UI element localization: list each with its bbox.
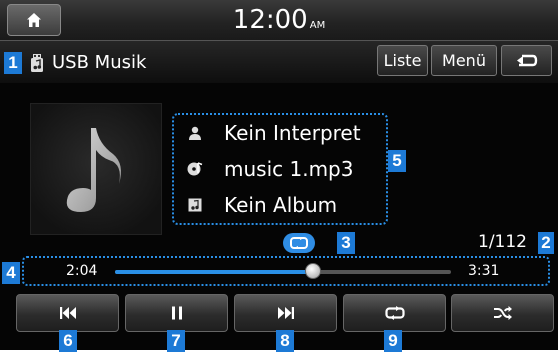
- next-icon: [277, 307, 294, 319]
- clock: 12:00 AM: [0, 5, 558, 41]
- back-button[interactable]: [501, 45, 552, 76]
- status-bar: 12:00 AM: [0, 0, 558, 41]
- clock-ampm: AM: [309, 20, 326, 31]
- repeat-button[interactable]: [343, 294, 446, 332]
- callout-marker-1: 1: [4, 52, 22, 74]
- artist-icon: [189, 126, 201, 140]
- album-icon: [188, 198, 202, 212]
- previous-button[interactable]: [16, 294, 119, 332]
- total-time: 3:31: [468, 263, 500, 279]
- repeat-status-badge: [283, 233, 315, 253]
- callout-marker-5: 5: [388, 150, 406, 172]
- album-row: Kein Album: [184, 189, 337, 221]
- artist-name: Kein Interpret: [224, 121, 361, 145]
- artist-row: Kein Interpret: [184, 117, 361, 149]
- file-icon: [187, 162, 203, 176]
- back-icon: [517, 54, 538, 67]
- progress-track[interactable]: [115, 270, 451, 274]
- callout-marker-9: 9: [384, 330, 402, 352]
- album-name: Kein Album: [224, 193, 338, 217]
- elapsed-time: 2:04: [66, 263, 98, 279]
- next-button[interactable]: [234, 294, 337, 332]
- usb-music-icon: [31, 54, 43, 72]
- album-art: [30, 103, 162, 235]
- callout-marker-6: 6: [59, 330, 77, 352]
- source-title: USB Musik: [52, 52, 147, 73]
- callout-marker-2: 2: [538, 232, 554, 254]
- music-player-screen: 12:00 AM 1 USB Musik Liste Menü Kein Int…: [0, 0, 558, 352]
- music-note-icon: [66, 128, 121, 212]
- clock-time: 12:00: [232, 5, 308, 35]
- callout-marker-8: 8: [276, 330, 294, 352]
- callout-marker-3: 3: [337, 232, 355, 254]
- menu-button[interactable]: Menü: [431, 45, 497, 76]
- callout-marker-7: 7: [167, 330, 185, 352]
- repeat-icon: [290, 237, 308, 249]
- shuffle-icon: [493, 306, 512, 320]
- track-info-box: Kein Interpret music 1.mp3 Kein Album: [172, 113, 388, 225]
- repeat-icon: [384, 306, 405, 320]
- previous-icon: [59, 307, 76, 319]
- shuffle-button[interactable]: [451, 294, 554, 332]
- callout-marker-4: 4: [2, 262, 20, 284]
- track-counter: 1/112: [478, 232, 527, 252]
- pause-icon: [171, 306, 182, 320]
- pause-button[interactable]: [125, 294, 228, 332]
- progress-fill: [115, 270, 314, 274]
- file-name: music 1.mp3: [224, 157, 354, 181]
- list-button[interactable]: Liste: [377, 45, 428, 76]
- file-row: music 1.mp3: [184, 153, 353, 185]
